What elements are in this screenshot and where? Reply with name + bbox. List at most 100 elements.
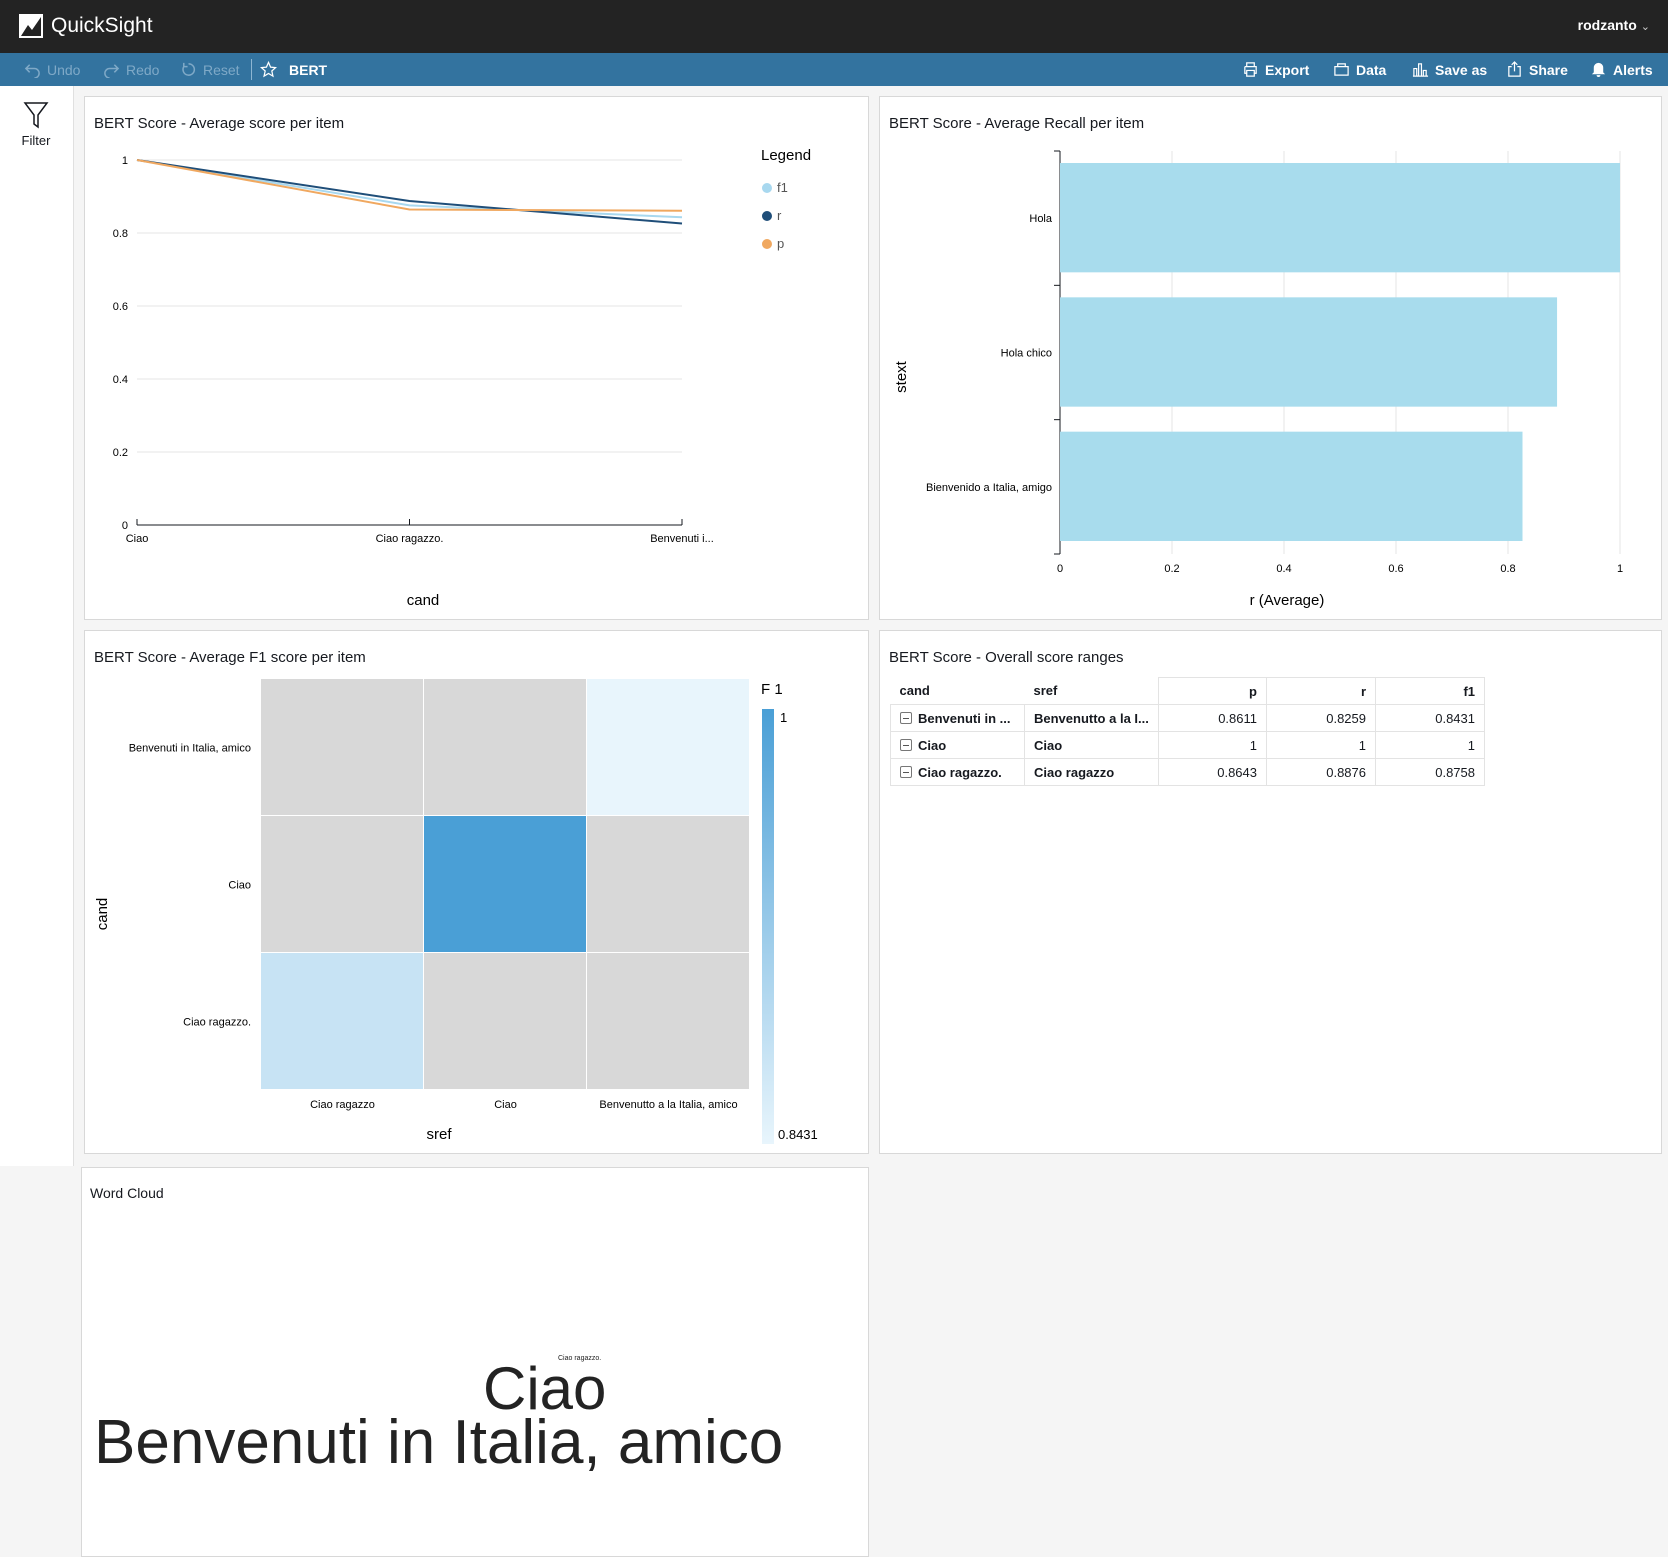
heatmap-x-axis-label: sref [426,1126,452,1143]
share-icon [1508,61,1521,77]
table-cell-p: 1 [1158,731,1267,759]
cell-text: Benvenuti in ... [918,710,1011,726]
table-cell-r: 1 [1266,731,1376,759]
line-y-tick-label: 0.2 [113,447,128,459]
heatmap-cell[interactable] [424,679,586,815]
bar-mark[interactable] [1060,431,1523,541]
table-cell-sref: Ciao [1024,731,1159,759]
col-header-f1[interactable]: f1 [1375,677,1485,705]
legend-label-p[interactable]: p [777,236,784,251]
heatmap-panel[interactable]: BERT Score - Average F1 score per item B… [84,630,869,1154]
funnel-icon [23,102,49,129]
top-bar: QuickSight rodzanto ⌄ [0,0,1668,53]
chevron-down-icon: ⌄ [1640,21,1650,33]
bar-mark[interactable] [1060,163,1620,273]
table-cell-p: 0.8611 [1158,704,1267,732]
bell-icon [1591,62,1606,78]
undo-button[interactable]: Undo [24,61,80,78]
database-icon [1334,63,1349,76]
collapse-icon[interactable] [900,711,912,724]
col-header-r[interactable]: r [1266,677,1376,705]
bar-mark[interactable] [1060,297,1558,407]
heatmap-x-tick-label: Benvenutto a la Italia, amico [599,1099,737,1111]
cell-text: Ciao ragazzo. [918,764,1002,780]
toolbar: Undo Redo Reset BERT Export Data Save as… [0,53,1668,86]
redo-button[interactable]: Redo [103,61,159,78]
heatmap-legend-min: 0.8431 [778,1127,818,1142]
table-panel[interactable]: BERT Score - Overall score ranges cand s… [879,630,1662,1154]
bar-y-tick-label: Hola chico [1001,348,1052,360]
col-header-sref[interactable]: sref [1024,677,1159,705]
col-header-cand[interactable]: cand [890,677,1025,705]
user-menu[interactable]: rodzanto ⌄ [1578,17,1650,33]
redo-label: Redo [126,61,160,78]
bar-x-tick-label: 0 [1057,563,1063,575]
export-button[interactable]: Export [1242,61,1309,78]
heatmap-cell[interactable] [424,953,586,1089]
bar-x-tick-label: 0.2 [1164,563,1179,575]
legend-swatch-r [762,211,772,221]
table-cell-cand[interactable]: Benvenuti in ... [890,704,1025,732]
legend-label-f1[interactable]: f1 [777,180,788,195]
table-cell-f1: 0.8758 [1375,758,1485,786]
table-cell-cand[interactable]: Ciao ragazzo. [890,758,1025,786]
line-legend-title: Legend [761,147,811,164]
reset-button[interactable]: Reset [180,61,240,78]
heatmap-cell[interactable] [587,816,749,952]
heatmap-cell[interactable] [261,679,423,815]
heatmap-cell[interactable] [261,953,423,1089]
reset-icon [182,62,196,76]
collapse-icon[interactable] [900,738,912,751]
col-header-p[interactable]: p [1158,677,1267,705]
line-chart: 0 0.2 0.4 0.6 0.8 1 Ciao Ciao ragazzo. Benvenuti… [113,147,811,609]
word-cloud-title: Word Cloud [90,1185,164,1201]
bar-x-tick-label: 0.4 [1276,563,1291,575]
filter-button[interactable]: Filter [14,100,58,148]
word-cloud-word[interactable]: Benvenuti in Italia, amico [94,1410,783,1476]
undo-label: Undo [47,61,81,78]
printer-icon [1244,62,1257,77]
heatmap-cell[interactable] [587,679,749,815]
data-button[interactable]: Data [1333,61,1386,78]
line-chart-panel[interactable]: BERT Score - Average score per item 0 0.2… [84,96,869,620]
bar-x-tick-label: 1 [1617,563,1623,575]
collapse-icon[interactable] [900,765,912,778]
table-cell-sref: Benvenutto a la I... [1024,704,1159,732]
heatmap-cell[interactable] [424,816,586,952]
heatmap-cell[interactable] [261,816,423,952]
quicksight-logo[interactable]: QuickSight [18,12,153,40]
bar-y-tick-label: Bienvenido a Italia, amigo [926,482,1052,494]
export-label: Export [1265,61,1310,78]
bar-y-axis-label: stext [893,360,910,393]
word-cloud-panel[interactable]: Word Cloud Ciao ragazzo. Ciao Benvenuti … [81,1167,869,1557]
legend-swatch-p [762,239,772,249]
reset-label: Reset [203,61,240,78]
line-series-p[interactable] [136,159,683,212]
cell-text: Ciao [918,737,947,753]
table-cell-cand[interactable]: Ciao [890,731,1025,759]
line-y-tick-label: 1 [122,155,128,167]
table-cell-r: 0.8876 [1266,758,1376,786]
line-y-tick-label: 0.8 [113,228,128,240]
line-y-tick-label: 0.4 [113,374,128,386]
share-button[interactable]: Share [1506,61,1568,78]
sidebar: Filter [0,86,74,1166]
legend-swatch-f1 [762,183,772,193]
heatmap-chart: Benvenuti in Italia, amico Ciao Ciao ragaz… [94,679,818,1144]
line-x-axis-label: cand [407,592,440,609]
bar-x-tick-label: 0.6 [1388,563,1403,575]
alerts-button[interactable]: Alerts [1590,61,1653,78]
bar-chart-panel[interactable]: BERT Score - Average Recall per item 0 0.… [879,96,1662,620]
table-row: Ciao ragazzo. Ciao ragazzo 0.8643 0.8876… [890,758,1485,786]
data-label: Data [1356,61,1387,78]
legend-label-r[interactable]: r [777,208,782,223]
save-as-button[interactable]: Save as [1412,61,1487,78]
heatmap-cell[interactable] [587,953,749,1089]
heatmap-color-scale [762,709,774,1144]
line-x-tick-label: Ciao [126,533,149,545]
table-cell-sref: Ciao ragazzo [1024,758,1159,786]
redo-icon [104,64,120,78]
analysis-name[interactable]: BERT [260,61,327,78]
line-y-tick-label: 0.6 [113,301,128,313]
analysis-name-label: BERT [289,61,328,78]
